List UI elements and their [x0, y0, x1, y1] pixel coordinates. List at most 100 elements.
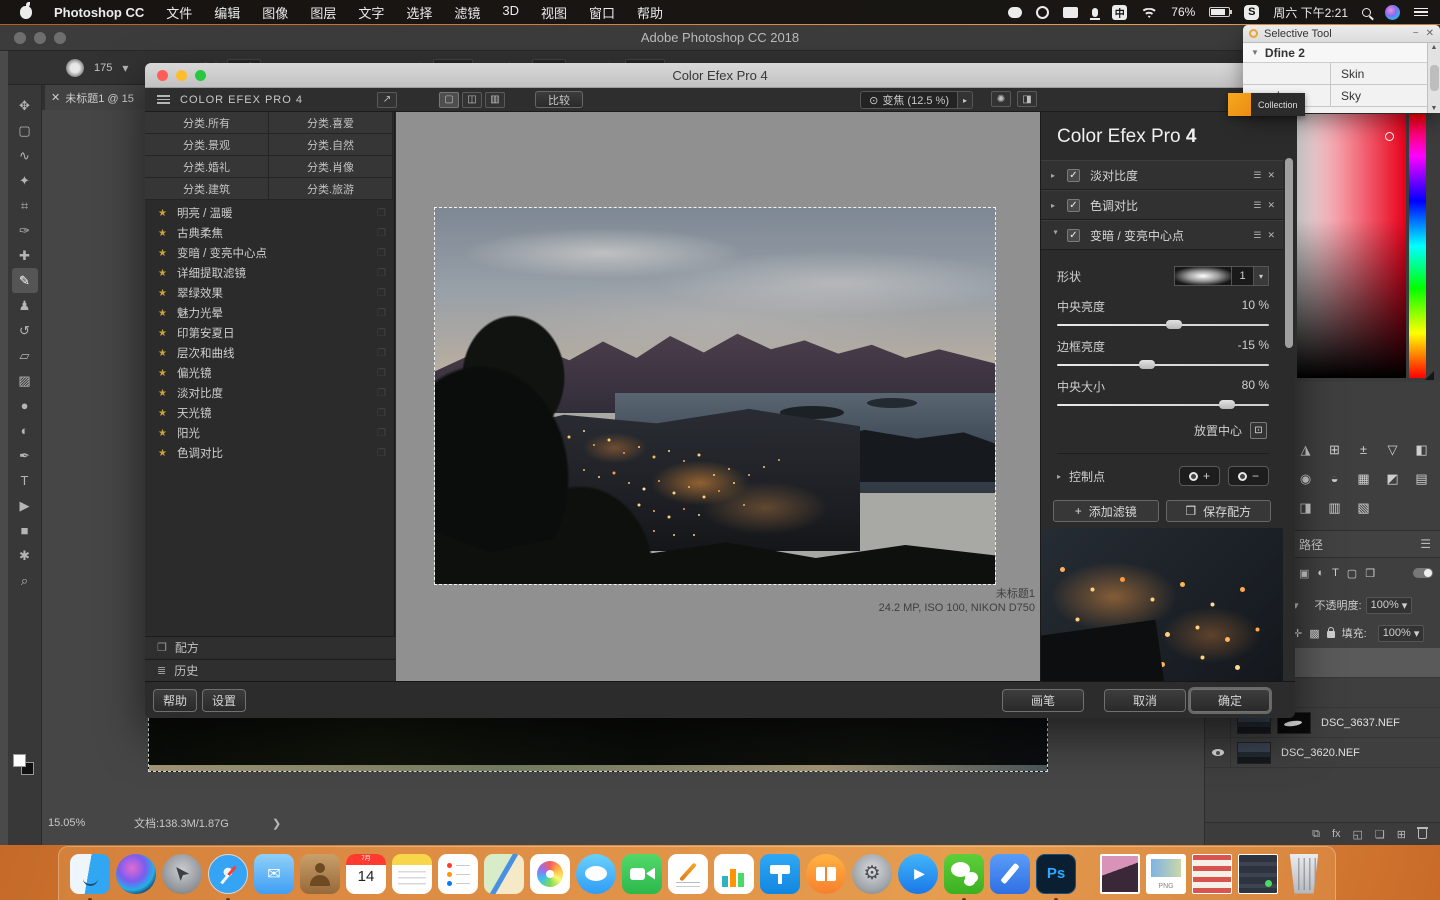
filter-name[interactable]: 翠绿效果: [177, 285, 223, 301]
favorite-star-icon[interactable]: ★: [158, 348, 167, 359]
panel-toggle-icon[interactable]: ◨: [1017, 91, 1037, 107]
proxy-menu-icon[interactable]: S: [1244, 5, 1259, 20]
export-icon[interactable]: ↗: [377, 92, 397, 108]
help-button[interactable]: 帮助: [153, 689, 197, 712]
preset-menu-icon[interactable]: ☰: [1253, 170, 1261, 181]
adjustment-icon[interactable]: ▧: [1349, 493, 1378, 522]
layer-filter-icon[interactable]: ▣: [1299, 567, 1309, 580]
filter-list-item[interactable]: ★ 天光镜 ❐: [145, 403, 394, 423]
app-menu-title[interactable]: Photoshop CC: [54, 5, 144, 20]
brush-size[interactable]: 175: [94, 62, 112, 74]
side-by-side-view-button[interactable]: ▥: [485, 92, 505, 108]
favorite-star-icon[interactable]: ★: [158, 288, 167, 299]
panel-menu-icon[interactable]: ☰: [1420, 537, 1431, 551]
category-button[interactable]: 分类.建筑: [145, 178, 269, 200]
layer-filter-icon[interactable]: ▢: [1347, 567, 1357, 580]
slider-track[interactable]: [1057, 324, 1269, 326]
filter-name[interactable]: 层次和曲线: [177, 345, 235, 361]
slider-handle[interactable]: [1166, 320, 1182, 329]
slider-track[interactable]: [1057, 404, 1269, 406]
finder[interactable]: [70, 854, 110, 894]
delete-layer-icon[interactable]: [1418, 829, 1427, 839]
favorite-star-icon[interactable]: ★: [158, 368, 167, 379]
recipes-section[interactable]: ❐ 配方: [145, 636, 395, 658]
pages[interactable]: [668, 854, 708, 894]
photoshop[interactable]: Ps: [1036, 854, 1076, 894]
divider[interactable]: [1082, 865, 1094, 883]
menu-item[interactable]: 滤镜: [454, 3, 480, 22]
menu-clock[interactable]: 周六 下午2:21: [1273, 4, 1348, 21]
adjustment-icon[interactable]: ◒: [1320, 464, 1349, 493]
status-chevron-icon[interactable]: ❯: [272, 817, 281, 830]
keyboard-icon[interactable]: [1063, 7, 1078, 18]
layer-name[interactable]: DSC_3620.NEF: [1281, 747, 1360, 759]
maps[interactable]: [484, 854, 524, 894]
notes[interactable]: [392, 854, 432, 894]
menu-item[interactable]: 帮助: [637, 3, 663, 22]
selective-cell[interactable]: [1243, 63, 1331, 84]
spotlight-icon[interactable]: [1362, 8, 1371, 17]
quick-selection-tool[interactable]: ✦: [12, 168, 38, 193]
filter-list-item[interactable]: ★ 变暗 / 变亮中心点 ❐: [145, 243, 394, 263]
selective-cell[interactable]: Skin: [1331, 63, 1440, 84]
eyedropper-tool[interactable]: ✑: [12, 218, 38, 243]
filter-list-item[interactable]: ★ 古典柔焦 ❐: [145, 223, 394, 243]
window-controls[interactable]: [14, 32, 66, 44]
layer-fill-value[interactable]: 100% ▾: [1378, 625, 1425, 642]
filter-name[interactable]: 色调对比: [177, 445, 223, 461]
adjustment-icon[interactable]: ◮: [1291, 435, 1320, 464]
brush-tool[interactable]: ✎: [12, 268, 38, 293]
layer-filter-icon[interactable]: ◐: [1317, 567, 1324, 580]
filter-list-item[interactable]: ★ 明亮 / 温暖 ❐: [145, 203, 394, 223]
loupe-preview[interactable]: [1041, 528, 1284, 681]
wifi-icon[interactable]: [1141, 6, 1157, 18]
favorite-star-icon[interactable]: ★: [158, 248, 167, 259]
menu-item[interactable]: 3D: [502, 3, 519, 22]
cancel-button[interactable]: 取消: [1104, 689, 1186, 712]
png-file[interactable]: PNG: [1146, 854, 1186, 894]
layer-filter-toggle[interactable]: [1413, 568, 1433, 578]
history-section[interactable]: ≣ 历史: [145, 659, 395, 681]
adjustment-icon[interactable]: ◨: [1291, 493, 1320, 522]
adjustment-icon[interactable]: ⊞: [1320, 435, 1349, 464]
notification-center-icon[interactable]: [1414, 8, 1428, 17]
zoom-tool[interactable]: ⌕: [12, 568, 38, 593]
clone-stamp-tool[interactable]: ♟: [12, 293, 38, 318]
adjustment-icon[interactable]: ▥: [1320, 493, 1349, 522]
category-button[interactable]: 分类.旅游: [269, 178, 393, 200]
single-view-button[interactable]: ▢: [439, 92, 459, 108]
filter-list-item[interactable]: ★ 偏光镜 ❐: [145, 363, 394, 383]
color-efex-title-bar[interactable]: Color Efex Pro 4: [145, 63, 1295, 88]
filter-enabled-checkbox[interactable]: ✓: [1067, 199, 1080, 212]
keynote[interactable]: [760, 854, 800, 894]
menu-item[interactable]: 编辑: [214, 3, 240, 22]
filter-list-item[interactable]: ★ 魅力光晕 ❐: [145, 303, 394, 323]
favorite-star-icon[interactable]: ★: [158, 308, 167, 319]
remove-control-point-button[interactable]: −: [1228, 466, 1269, 486]
background-brightness-icon[interactable]: ✺: [991, 91, 1011, 107]
contacts[interactable]: [300, 854, 340, 894]
dodge-tool[interactable]: ◐: [12, 418, 38, 443]
messages[interactable]: [576, 854, 616, 894]
filter-list-item[interactable]: ★ 印第安夏日 ❐: [145, 323, 394, 343]
slider-track[interactable]: [1057, 364, 1269, 366]
dropdown-arrow-icon[interactable]: ▾: [1254, 266, 1269, 286]
filter-name[interactable]: 阳光: [177, 425, 200, 441]
layers-footer-icon[interactable]: fx: [1332, 828, 1341, 841]
layer-filter-icon[interactable]: T: [1332, 567, 1339, 580]
mail[interactable]: ✉: [254, 854, 294, 894]
favorite-star-icon[interactable]: ★: [158, 208, 167, 219]
layer-opacity-value[interactable]: 100% ▾: [1366, 597, 1413, 614]
selective-tool-title-bar[interactable]: Selective Tool − ✕: [1243, 25, 1440, 43]
preview-image[interactable]: [435, 208, 995, 584]
screenshot-file-1[interactable]: [1192, 854, 1232, 894]
adjustment-icon[interactable]: ▤: [1407, 464, 1436, 493]
hue-slider[interactable]: [1409, 114, 1426, 378]
expand-arrow-icon[interactable]: ▸: [1057, 472, 1061, 481]
facetime[interactable]: [622, 854, 662, 894]
lock-pixels-icon[interactable]: ▩: [1309, 627, 1319, 640]
menu-item[interactable]: 文件: [166, 3, 192, 22]
menu-item[interactable]: 文字: [358, 3, 384, 22]
gradient-tool[interactable]: ▨: [12, 368, 38, 393]
shape-tool[interactable]: ■: [12, 518, 38, 543]
